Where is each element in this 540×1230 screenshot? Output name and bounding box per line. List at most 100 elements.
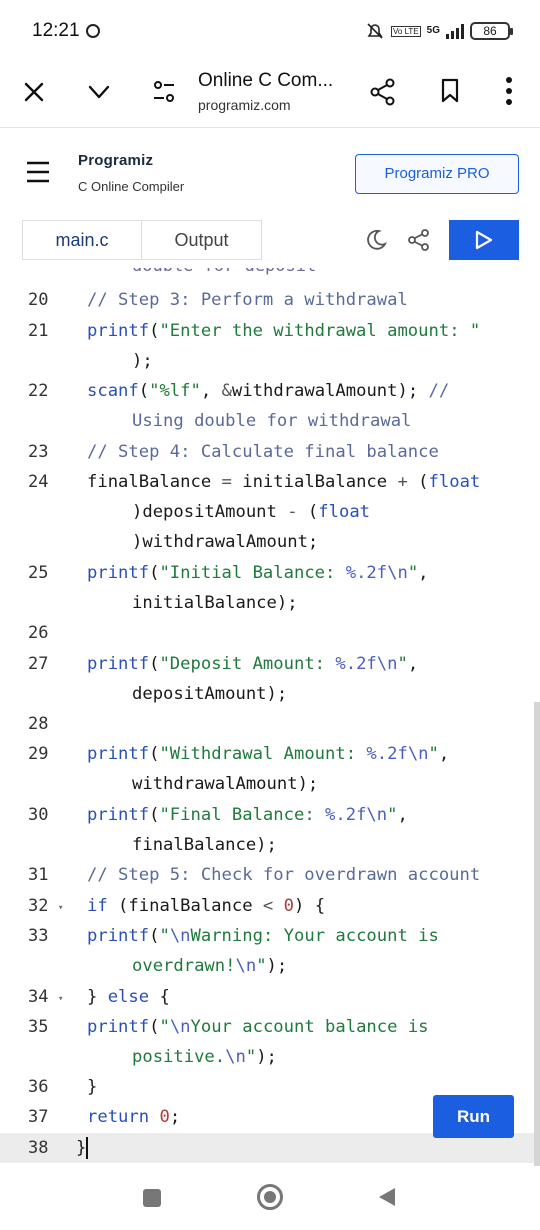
code-row: 25 printf("Initial Balance: %.2f\n", ini… xyxy=(0,558,540,613)
chevron-down-icon[interactable] xyxy=(87,82,111,102)
code-text: printf("Initial Balance: %.2f\n", xyxy=(87,563,429,583)
page-url[interactable]: programiz.com xyxy=(198,97,291,113)
code-text-wrap: withdrawalAmount); xyxy=(132,774,319,794)
code-text: if (finalBalance < 0) { xyxy=(87,896,326,916)
code-text-wrap: )withdrawalAmount; xyxy=(132,532,319,552)
code-row: 24 finalBalance = initialBalance + (floa… xyxy=(0,467,540,552)
line-number: 22 xyxy=(28,381,49,401)
code-text: } xyxy=(87,1077,98,1097)
page-title: Online C Com... xyxy=(198,70,334,91)
code-row: 23 // Step 4: Calculate final balance xyxy=(0,437,540,467)
run-button[interactable]: Run xyxy=(433,1095,514,1138)
status-bar: 12:21 Vo LTE 5G 86 xyxy=(0,0,540,62)
code-row: 32 ▾ if (finalBalance < 0) { xyxy=(0,891,540,921)
line-number: 21 xyxy=(28,321,49,341)
battery-icon: 86 xyxy=(470,22,513,40)
tab-main-c[interactable]: main.c xyxy=(22,220,142,260)
code-row: 29 printf("Withdrawal Amount: %.2f\n", w… xyxy=(0,739,540,794)
code-text: printf("Enter the withdrawal amount: " xyxy=(87,321,481,341)
code-text: } xyxy=(76,1138,87,1158)
run-play-button[interactable] xyxy=(449,220,519,260)
code-text-wrap: )depositAmount - (float xyxy=(132,502,371,522)
code-editor[interactable]: double for deposit 20 // Step 3: Perform… xyxy=(0,268,540,1166)
code-text-wrap: positive.\n"); xyxy=(132,1047,277,1067)
line-number: 38 xyxy=(28,1138,49,1158)
notification-icon xyxy=(86,24,100,38)
back-icon[interactable] xyxy=(377,1186,397,1208)
tune-icon[interactable] xyxy=(152,78,176,106)
code-row: 30 printf("Final Balance: %.2f\n", final… xyxy=(0,800,540,855)
browser-toolbar: Online C Com... programiz.com xyxy=(0,62,540,128)
code-text: printf("\nYour account balance is xyxy=(87,1017,429,1037)
code-row: 34 ▾ } else { xyxy=(0,982,540,1012)
clipped-code-line: double for deposit xyxy=(132,268,316,276)
code-text-wrap: initialBalance); xyxy=(132,593,298,613)
line-number: 23 xyxy=(28,442,49,462)
code-row: 31 // Step 5: Check for overdrawn accoun… xyxy=(0,860,540,890)
code-text: printf("Final Balance: %.2f\n", xyxy=(87,805,408,825)
text-cursor xyxy=(86,1137,88,1159)
line-number: 33 xyxy=(28,926,49,946)
editor-scrollbar[interactable] xyxy=(534,702,540,1166)
code-text-wrap: depositAmount); xyxy=(132,684,288,704)
line-number: 24 xyxy=(28,472,49,492)
share-icon[interactable] xyxy=(407,228,431,252)
site-header: Programiz C Online Compiler Programiz PR… xyxy=(0,128,540,220)
code-text: printf("Withdrawal Amount: %.2f\n", xyxy=(87,744,450,764)
programiz-pro-button[interactable]: Programiz PRO xyxy=(355,154,519,194)
code-text: // Step 3: Perform a withdrawal xyxy=(87,290,408,310)
line-number: 27 xyxy=(28,654,49,674)
code-row: 26 xyxy=(0,618,540,648)
code-row: 20 // Step 3: Perform a withdrawal xyxy=(0,285,540,315)
share-icon[interactable] xyxy=(370,78,396,106)
line-number: 34 xyxy=(28,987,49,1007)
recents-icon[interactable] xyxy=(143,1189,161,1207)
code-text: return 0; xyxy=(87,1107,181,1127)
alarm-off-icon xyxy=(367,23,383,39)
code-text: printf("Deposit Amount: %.2f\n", xyxy=(87,654,419,674)
status-time: 12:21 xyxy=(32,20,80,41)
more-vert-icon[interactable] xyxy=(504,76,514,106)
code-row: 22 scanf("%lf", &withdrawalAmount); // U… xyxy=(0,376,540,431)
code-text: printf("\nWarning: Your account is xyxy=(87,926,439,946)
logo[interactable]: Programiz xyxy=(78,152,153,169)
fold-arrow-icon[interactable]: ▾ xyxy=(58,994,63,1004)
code-row: 27 printf("Deposit Amount: %.2f\n", depo… xyxy=(0,649,540,704)
code-text: // Step 5: Check for overdrawn account xyxy=(87,865,481,885)
fold-arrow-icon[interactable]: ▾ xyxy=(58,903,63,913)
code-row: 33 printf("\nWarning: Your account is ov… xyxy=(0,921,540,976)
line-number: 35 xyxy=(28,1017,49,1037)
line-number: 20 xyxy=(28,290,49,310)
code-text-wrap: overdrawn!\n"); xyxy=(132,956,288,976)
code-text: } else { xyxy=(87,987,170,1007)
home-icon[interactable] xyxy=(257,1184,283,1210)
line-number: 25 xyxy=(28,563,49,583)
line-number: 29 xyxy=(28,744,49,764)
editor-tab-bar: main.c Output xyxy=(0,218,540,268)
menu-icon[interactable] xyxy=(26,161,50,183)
network-label: 5G xyxy=(426,25,440,36)
code-text: // Step 4: Calculate final balance xyxy=(87,442,439,462)
code-row: 35 printf("\nYour account balance is pos… xyxy=(0,1012,540,1067)
play-icon xyxy=(475,230,493,250)
moon-icon[interactable] xyxy=(364,228,388,252)
code-row: 28 xyxy=(0,709,540,739)
line-number: 36 xyxy=(28,1077,49,1097)
compiler-subtitle: C Online Compiler xyxy=(78,179,185,194)
line-number: 28 xyxy=(28,714,49,734)
code-text-wrap: ); xyxy=(132,351,153,371)
code-text: scanf("%lf", &withdrawalAmount); // xyxy=(87,381,450,401)
volte-badge: Vo LTE xyxy=(391,25,421,37)
close-icon[interactable] xyxy=(22,80,46,104)
status-icons: Vo LTE 5G 86 xyxy=(365,21,513,41)
code-text-wrap: Using double for withdrawal xyxy=(132,411,412,431)
line-number: 37 xyxy=(28,1107,49,1127)
line-number: 32 xyxy=(28,896,49,916)
code-text: finalBalance = initialBalance + (float xyxy=(87,472,481,492)
line-number: 26 xyxy=(28,623,49,643)
line-number: 30 xyxy=(28,805,49,825)
signal-icon xyxy=(446,23,464,39)
bookmark-icon[interactable] xyxy=(440,78,460,104)
system-nav-bar xyxy=(0,1166,540,1230)
tab-output[interactable]: Output xyxy=(142,220,262,260)
